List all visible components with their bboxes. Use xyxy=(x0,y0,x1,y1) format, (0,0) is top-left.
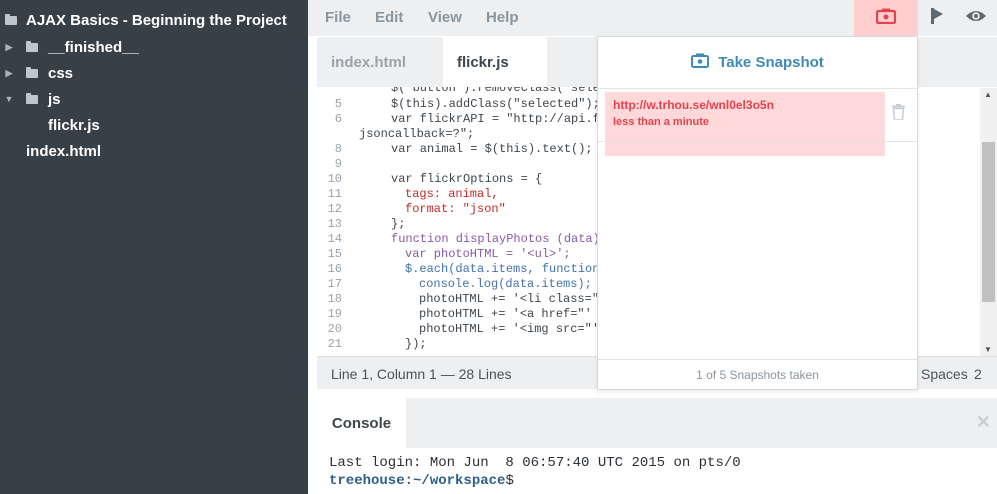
divider xyxy=(598,141,917,142)
tab-flickr-js[interactable]: flickr.js xyxy=(443,37,547,87)
snapshot-count: 1 of 5 Snapshots taken xyxy=(598,359,917,389)
folder-icon xyxy=(5,13,17,25)
project-title: AJAX Basics - Beginning the Project xyxy=(26,11,287,29)
caret-down-icon[interactable]: ▼ xyxy=(4,94,14,104)
scrollbar-thumb[interactable] xyxy=(982,142,995,302)
console-tabbar: Console ✕ xyxy=(317,398,997,448)
menu-file[interactable]: File xyxy=(325,9,351,26)
scroll-up-icon[interactable]: ▲ xyxy=(984,90,992,99)
prompt-path: :~/workspace xyxy=(404,473,506,489)
sidebar-item-label: css xyxy=(48,64,74,82)
code-line: 13}; xyxy=(327,217,406,231)
project-root[interactable]: AJAX Basics - Beginning the Project xyxy=(0,8,308,32)
share-button[interactable] xyxy=(917,0,957,36)
eye-icon xyxy=(965,9,987,28)
share-icon xyxy=(929,7,945,30)
cursor-position: Line 1, Column 1 — 28 Lines xyxy=(331,366,512,382)
editor-scrollbar[interactable]: ▲ ▼ xyxy=(980,88,997,356)
terminal-line: Last login: Mon Jun 8 06:57:40 UTC 2015 … xyxy=(329,455,741,471)
code-line: 15 var photoHTML = '<ul>'; xyxy=(327,247,571,261)
code-line: $("button").removeClass("sele xyxy=(391,87,600,95)
take-snapshot-button[interactable]: Take Snapshot xyxy=(598,37,917,89)
snapshot-item: http://w.trhou.se/wnl0el3o5n less than a… xyxy=(605,92,885,156)
tab-label: index.html xyxy=(331,53,407,71)
code-line: 9 xyxy=(334,157,342,171)
console-panel: Console ✕ Last login: Mon Jun 8 06:57:40… xyxy=(317,398,997,494)
code-line: 14 function displayPhotos (data) xyxy=(327,232,600,246)
terminal-prompt[interactable]: treehouse:~/workspace$ xyxy=(329,473,514,489)
snapshot-time: less than a minute xyxy=(613,116,709,128)
sidebar-item-flickr-js[interactable]: flickr.js xyxy=(48,113,308,137)
indent-size[interactable]: 2 xyxy=(974,366,982,382)
folder-icon xyxy=(26,40,38,52)
menu-help[interactable]: Help xyxy=(486,9,519,26)
caret-right-icon[interactable]: ▶ xyxy=(4,42,14,53)
code-line: 17 console.log(data.items); xyxy=(327,277,592,291)
snapshot-popover: Take Snapshot http://w.trhou.se/wnl0el3o… xyxy=(597,36,918,390)
sidebar-item-css[interactable]: ▶ css xyxy=(0,61,308,85)
caret-right-icon[interactable]: ▶ xyxy=(4,68,14,79)
tab-label: flickr.js xyxy=(457,53,509,71)
menu-view[interactable]: View xyxy=(428,9,462,26)
menubar: File Edit View Help xyxy=(308,0,997,62)
folder-icon xyxy=(26,92,38,104)
sidebar-item-label: __finished__ xyxy=(48,38,139,56)
code-line: 16 $.each(data.items, function xyxy=(327,262,600,276)
snapshot-link[interactable]: http://w.trhou.se/wnl0el3o5n xyxy=(613,98,774,112)
code-line: 11 tags: animal, xyxy=(327,187,499,201)
code-line: 10 var flickrOptions = { xyxy=(327,172,543,186)
sidebar-item-label: index.html xyxy=(26,142,102,160)
preview-button[interactable] xyxy=(956,0,996,36)
tab-label: Console xyxy=(331,414,392,432)
close-icon[interactable]: ✕ xyxy=(976,412,991,433)
prompt-user: treehouse xyxy=(329,473,405,489)
code-line: 5 $(this).addClass("selected"); xyxy=(334,97,600,111)
sidebar-item-label: js xyxy=(48,90,61,108)
folder-icon xyxy=(26,66,38,78)
code-line: 12 format: "json" xyxy=(327,202,506,216)
camera-icon xyxy=(875,8,897,29)
indent-setting[interactable]: Spaces xyxy=(921,366,968,382)
take-snapshot-label: Take Snapshot xyxy=(718,54,824,71)
sidebar-item-finished[interactable]: ▶ __finished__ xyxy=(0,35,308,59)
delete-snapshot-button[interactable] xyxy=(892,104,905,125)
code-line: 19 photoHTML += '<a href="' xyxy=(327,307,592,321)
code-line: 21}); xyxy=(327,337,427,351)
code-line: 8 var animal = $(this).text(); xyxy=(334,142,593,156)
menu-edit[interactable]: Edit xyxy=(375,9,403,26)
file-sidebar: AJAX Basics - Beginning the Project ▶ __… xyxy=(0,0,308,494)
code-line-wrap: jsoncallback=?"; xyxy=(359,127,475,141)
code-line: 6 var flickrAPI = "http://api.f xyxy=(334,112,600,126)
sidebar-item-index-html[interactable]: index.html xyxy=(26,139,306,163)
scroll-down-icon[interactable]: ▼ xyxy=(984,345,992,354)
code-line: 18 photoHTML += '<li class=" xyxy=(327,292,600,306)
prompt-suffix: $ xyxy=(505,473,514,489)
sidebar-item-label: flickr.js xyxy=(48,116,100,134)
code-line: 20 photoHTML += '<img src="' xyxy=(327,322,600,336)
camera-icon xyxy=(691,53,710,72)
sidebar-item-js[interactable]: ▼ js xyxy=(0,87,308,111)
tab-console[interactable]: Console xyxy=(317,398,406,448)
trash-icon xyxy=(892,104,905,124)
tab-index-html[interactable]: index.html xyxy=(317,37,442,87)
